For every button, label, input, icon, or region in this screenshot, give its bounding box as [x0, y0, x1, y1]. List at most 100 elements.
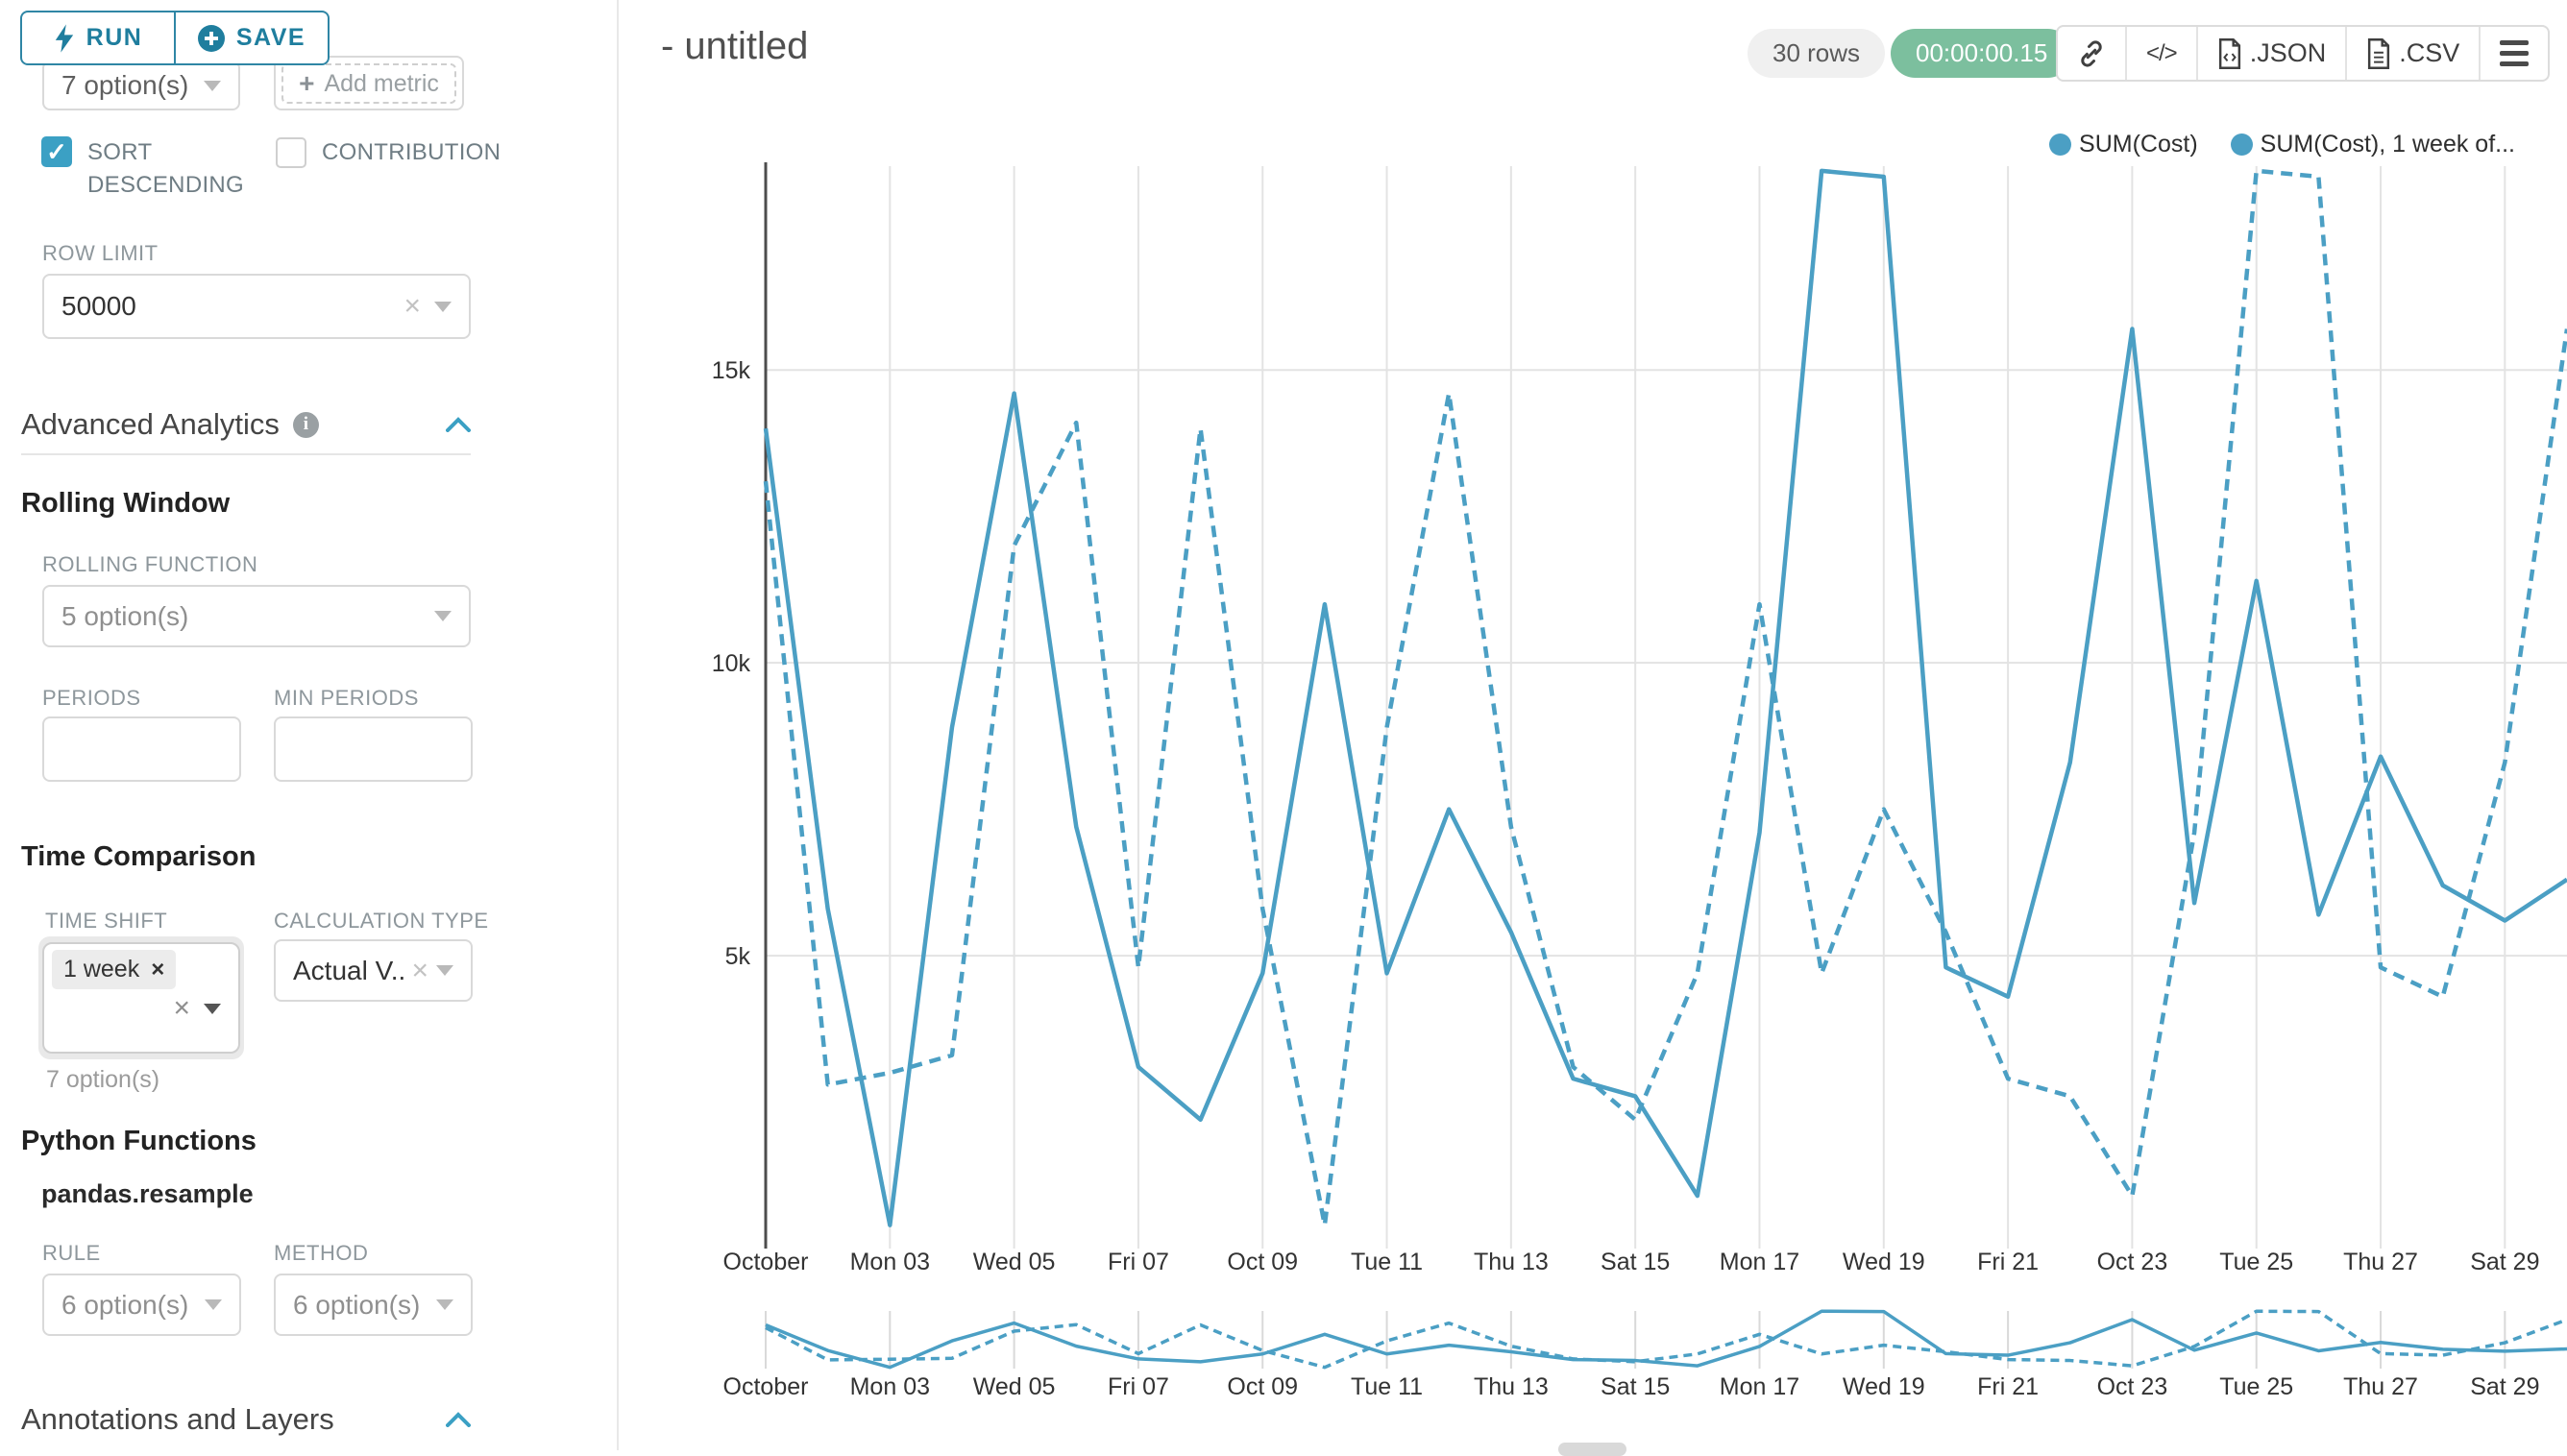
save-button[interactable]: SAVE [174, 12, 328, 63]
chevron-down-icon [205, 1299, 222, 1310]
clear-icon[interactable]: × [173, 994, 190, 1023]
timeseries-line-chart[interactable]: 5k 10k 15k October October Mon 03 Mon 03 Wed 05… [621, 0, 2567, 1450]
plus-icon: + [299, 68, 314, 99]
remove-tag-icon[interactable]: × [151, 957, 164, 983]
calculation-type-label: CALCULATION TYPE [274, 909, 489, 934]
periods-input[interactable] [42, 716, 241, 782]
time-shift-multiselect[interactable]: 1 week × × [42, 942, 240, 1054]
periods-label: PERIODS [42, 686, 141, 711]
series-limit-value: 7 option(s) [61, 70, 190, 101]
method-label: METHOD [274, 1241, 368, 1266]
chevron-down-icon [434, 611, 452, 621]
rolling-function-value: 5 option(s) [61, 601, 421, 632]
pandas-resample-label: pandas.resample [41, 1179, 254, 1209]
svg-text:Tue 11: Tue 11 [1351, 1373, 1423, 1400]
chevron-down-icon [436, 1299, 453, 1310]
svg-text:15k: 15k [712, 357, 751, 384]
time-comparison-title: Time Comparison [21, 841, 256, 873]
add-metric-label: Add metric [324, 70, 438, 98]
svg-text:Thu 27: Thu 27 [2343, 1373, 2418, 1400]
annotations-header[interactable]: Annotations and Layers [21, 1402, 471, 1437]
sort-descending-checkbox[interactable]: ✓ [41, 136, 72, 167]
contribution-label: CONTRIBUTION [322, 136, 501, 169]
svg-text:Mon 03: Mon 03 [850, 1249, 930, 1275]
rolling-function-select[interactable]: 5 option(s) [42, 585, 471, 647]
chevron-down-icon [436, 965, 453, 976]
python-functions-title: Python Functions [21, 1126, 257, 1157]
svg-text:Thu 27: Thu 27 [2343, 1249, 2418, 1275]
svg-text:Wed 05: Wed 05 [973, 1249, 1056, 1275]
annotations-title: Annotations and Layers [21, 1402, 334, 1437]
rule-select[interactable]: 6 option(s) [42, 1274, 241, 1336]
row-limit-select[interactable]: 50000 × [42, 274, 471, 339]
svg-text:Oct 23: Oct 23 [2097, 1373, 2168, 1400]
svg-text:Wed 19: Wed 19 [1843, 1373, 1925, 1400]
svg-text:Thu 13: Thu 13 [1474, 1249, 1549, 1275]
clear-icon[interactable]: × [411, 957, 428, 985]
run-button-label: RUN [86, 24, 143, 52]
chevron-down-icon [434, 302, 452, 312]
contribution-checkbox[interactable] [276, 137, 306, 168]
lightning-icon [54, 24, 75, 53]
svg-text:Mon 17: Mon 17 [1720, 1373, 1799, 1400]
svg-text:10k: 10k [712, 650, 751, 677]
svg-text:Oct 09: Oct 09 [1227, 1373, 1298, 1400]
run-button[interactable]: RUN [22, 12, 174, 63]
svg-text:Wed 05: Wed 05 [973, 1373, 1056, 1400]
resize-handle[interactable] [1558, 1443, 1626, 1456]
svg-text:Sat 15: Sat 15 [1601, 1373, 1670, 1400]
svg-text:Fri 07: Fri 07 [1108, 1249, 1169, 1275]
run-save-button-group: RUN SAVE [20, 11, 330, 65]
svg-text:Sat 29: Sat 29 [2470, 1249, 2539, 1275]
chevron-up-icon[interactable] [446, 417, 471, 432]
rule-value: 6 option(s) [61, 1290, 191, 1321]
section-divider [21, 453, 471, 455]
min-periods-label: MIN PERIODS [274, 686, 419, 711]
row-limit-label: ROW LIMIT [42, 241, 159, 266]
svg-text:Fri 21: Fri 21 [1977, 1373, 2039, 1400]
time-shift-tag: 1 week × [52, 950, 176, 989]
save-button-label: SAVE [236, 24, 306, 52]
time-shift-caption: 7 option(s) [46, 1066, 159, 1094]
svg-text:Wed 19: Wed 19 [1843, 1249, 1925, 1275]
rule-label: RULE [42, 1241, 101, 1266]
plus-circle-icon [198, 25, 225, 52]
svg-text:Oct 09: Oct 09 [1227, 1249, 1298, 1275]
svg-text:October: October [723, 1249, 809, 1275]
svg-text:Tue 25: Tue 25 [2219, 1373, 2293, 1400]
svg-text:Tue 11: Tue 11 [1351, 1249, 1423, 1275]
svg-text:October: October [723, 1373, 809, 1400]
min-periods-input[interactable] [274, 716, 473, 782]
method-select[interactable]: 6 option(s) [274, 1274, 473, 1336]
time-shift-label: TIME SHIFT [45, 909, 167, 934]
clear-icon[interactable]: × [403, 292, 421, 321]
svg-text:Mon 03: Mon 03 [850, 1373, 930, 1400]
rolling-window-title: Rolling Window [21, 488, 230, 520]
sort-descending-label: SORT DESCENDING [87, 136, 241, 202]
svg-text:Thu 13: Thu 13 [1474, 1373, 1549, 1400]
sort-descending-control: ✓ SORT DESCENDING [41, 136, 262, 202]
chevron-up-icon[interactable] [446, 1412, 471, 1427]
advanced-analytics-header[interactable]: Advanced Analytics i [21, 407, 471, 442]
time-shift-tag-label: 1 week [63, 956, 139, 983]
svg-text:Tue 25: Tue 25 [2219, 1249, 2293, 1275]
series-limit-select[interactable]: 7 option(s) [42, 61, 240, 110]
svg-text:Sat 15: Sat 15 [1601, 1249, 1670, 1275]
add-metric-button[interactable]: + Add metric [281, 63, 456, 104]
advanced-analytics-title: Advanced Analytics [21, 407, 280, 442]
svg-text:Mon 17: Mon 17 [1720, 1249, 1799, 1275]
svg-text:5k: 5k [725, 943, 751, 970]
svg-text:Fri 21: Fri 21 [1977, 1249, 2039, 1275]
svg-text:Oct 23: Oct 23 [2097, 1249, 2168, 1275]
calculation-type-select[interactable]: Actual V... × [274, 939, 473, 1002]
chevron-down-icon [204, 81, 221, 91]
chart-panel: - untitled 30 rows 00:00:00.15 </> .JSON… [621, 0, 2567, 1450]
row-limit-value: 50000 [61, 291, 390, 322]
contribution-control: CONTRIBUTION [276, 136, 501, 169]
method-value: 6 option(s) [293, 1290, 423, 1321]
info-icon: i [293, 412, 319, 438]
chevron-down-icon [204, 1004, 221, 1014]
check-icon: ✓ [46, 137, 67, 167]
svg-text:Sat 29: Sat 29 [2470, 1373, 2539, 1400]
svg-text:Fri 07: Fri 07 [1108, 1373, 1169, 1400]
